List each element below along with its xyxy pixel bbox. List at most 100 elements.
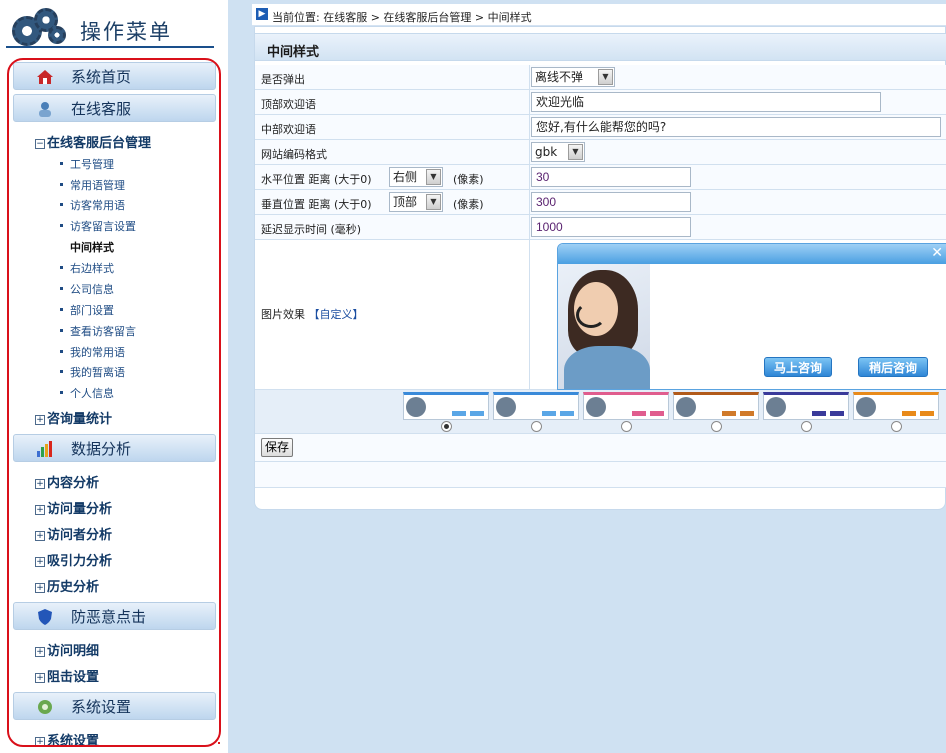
menu-item-label: 部门设置 xyxy=(70,304,114,317)
expand-icon: + xyxy=(35,557,45,567)
tree-system-settings[interactable]: + 系统设置 xyxy=(35,730,99,745)
bullet-icon xyxy=(60,266,63,269)
vertical-label: 垂直位置 距离 (大于0) xyxy=(261,198,372,211)
radio-style-1[interactable] xyxy=(441,421,452,432)
section-data-analysis[interactable]: 数据分析 xyxy=(13,434,216,462)
menu-item-away-phrases[interactable]: 我的暂离语 xyxy=(60,364,125,380)
agent-photo xyxy=(558,264,650,389)
bullet-icon xyxy=(60,391,63,394)
tree-attraction-analysis[interactable]: + 吸引力分析 xyxy=(35,550,112,569)
radio-style-4[interactable] xyxy=(711,421,722,432)
panel-title: 中间样式 xyxy=(267,45,320,60)
horizontal-input[interactable]: 30 xyxy=(531,167,691,187)
section-system-settings[interactable]: 系统设置 xyxy=(13,692,216,720)
consult-later-button[interactable]: 稍后咨询 xyxy=(858,357,928,377)
middle-greeting-input[interactable]: 您好,有什么能帮您的吗? xyxy=(531,117,941,137)
tree-block-settings[interactable]: + 阻击设置 xyxy=(35,666,99,685)
vertical-side-select[interactable]: 顶部 ▼ xyxy=(389,192,443,212)
encoding-select-value: gbk xyxy=(535,145,558,159)
save-button[interactable]: 保存 xyxy=(261,438,294,457)
encoding-select[interactable]: gbk ▼ xyxy=(531,142,585,162)
consult-now-button[interactable]: 马上咨询 xyxy=(764,357,832,377)
horizontal-side-select[interactable]: 右侧 ▼ xyxy=(389,167,443,187)
menu-item-my-phrases[interactable]: 我的常用语 xyxy=(60,344,125,360)
red-dot xyxy=(218,742,220,744)
section-anti-click-label: 防恶意点击 xyxy=(71,608,147,626)
thumbnail-style-6[interactable] xyxy=(853,392,939,420)
tree-consult-stats[interactable]: + 咨询量统计 xyxy=(35,408,112,427)
row-blank xyxy=(255,462,946,488)
tree-content-analysis[interactable]: + 内容分析 xyxy=(35,472,99,491)
menu-item-company-info[interactable]: 公司信息 xyxy=(60,281,114,297)
menu-item-visitor-phrases[interactable]: 访客常用语 xyxy=(60,197,125,213)
tree-history-analysis[interactable]: + 历史分析 xyxy=(35,576,99,595)
section-home[interactable]: 系统首页 xyxy=(13,62,216,90)
horizontal-side-value: 右侧 xyxy=(393,170,418,184)
delay-input[interactable]: 1000 xyxy=(531,217,691,237)
thumbnail-style-3[interactable] xyxy=(583,392,669,420)
radio-style-3[interactable] xyxy=(621,421,632,432)
thumbnail-style-4[interactable] xyxy=(673,392,759,420)
row-save: 保存 xyxy=(255,434,946,462)
bullet-icon xyxy=(60,287,63,290)
tree-label: 访问者分析 xyxy=(47,528,113,543)
menu-item-label: 访客常用语 xyxy=(70,199,125,212)
menu-item-personal-info[interactable]: 个人信息 xyxy=(60,385,114,401)
menu-item-staff[interactable]: 工号管理 xyxy=(60,156,114,172)
chat-popup-preview: ✕ 马上咨询 稍后咨询 xyxy=(557,243,946,390)
expand-icon: + xyxy=(35,647,45,657)
settings-icon xyxy=(38,700,52,714)
tree-online-service-admin[interactable]: − 在线客服后台管理 xyxy=(35,132,151,151)
menu-item-phrases[interactable]: 常用语管理 xyxy=(60,177,125,193)
top-greeting-input[interactable]: 欢迎光临 xyxy=(531,92,881,112)
vertical-unit: (像素) xyxy=(453,198,484,211)
section-data-analysis-label: 数据分析 xyxy=(71,440,132,458)
tree-traffic-analysis[interactable]: + 访问量分析 xyxy=(35,498,112,517)
radio-style-5[interactable] xyxy=(801,421,812,432)
section-online-service[interactable]: 在线客服 xyxy=(13,94,216,122)
bullet-icon xyxy=(60,350,63,353)
chevron-down-icon: ▼ xyxy=(426,194,441,210)
vertical-side-value: 顶部 xyxy=(393,195,418,209)
vertical-input[interactable]: 300 xyxy=(531,192,691,212)
section-anti-click[interactable]: 防恶意点击 xyxy=(13,602,216,630)
row-horizontal: 水平位置 距离 (大于0) 右侧 ▼ (像素) 30 xyxy=(255,165,946,190)
bullet-icon xyxy=(60,308,63,311)
menu-item-right-style[interactable]: 右边样式 xyxy=(60,260,114,276)
tree-label: 内容分析 xyxy=(47,476,100,491)
panel-header: 中间样式 xyxy=(255,33,946,61)
bullet-icon xyxy=(60,203,63,206)
popup-label: 是否弹出 xyxy=(261,73,305,86)
close-icon[interactable]: ✕ xyxy=(931,245,943,261)
radio-style-2[interactable] xyxy=(531,421,542,432)
bar-chart-icon xyxy=(37,441,52,457)
thumbnail-style-2[interactable] xyxy=(493,392,579,420)
headset-icon xyxy=(576,302,606,328)
custom-link[interactable]: 【自定义】 xyxy=(309,308,364,321)
tree-visitor-analysis[interactable]: + 访问者分析 xyxy=(35,524,112,543)
menu-item-message-settings[interactable]: 访客留言设置 xyxy=(60,218,136,234)
popup-select[interactable]: 离线不弹 ▼ xyxy=(531,67,615,87)
bullet-icon xyxy=(60,162,63,165)
breadcrumb-bar: ▶ 当前位置: 在线客服 > 在线客服后台管理 > 中间样式 xyxy=(252,4,946,26)
menu-item-label: 常用语管理 xyxy=(70,179,125,192)
tree-visit-details[interactable]: + 访问明细 xyxy=(35,640,99,659)
arrow-right-icon: ▶ xyxy=(256,8,268,20)
collapse-icon: − xyxy=(35,139,45,149)
home-icon xyxy=(37,70,53,84)
shield-icon xyxy=(38,609,52,625)
thumbnail-style-5[interactable] xyxy=(763,392,849,420)
menu-item-label: 中间样式 xyxy=(70,241,114,254)
tree-consult-stats-label: 咨询量统计 xyxy=(47,412,113,427)
bullet-icon xyxy=(60,245,63,248)
expand-icon: + xyxy=(35,505,45,515)
menu-item-middle-style[interactable]: 中间样式 xyxy=(60,239,114,255)
section-system-settings-label: 系统设置 xyxy=(71,698,132,716)
breadcrumb: 当前位置: 在线客服 > 在线客服后台管理 > 中间样式 xyxy=(272,11,532,24)
tree-online-service-admin-label: 在线客服后台管理 xyxy=(47,136,152,151)
tree-label: 访问明细 xyxy=(47,644,100,659)
radio-style-6[interactable] xyxy=(891,421,902,432)
menu-item-view-messages[interactable]: 查看访客留言 xyxy=(60,323,136,339)
thumbnail-style-1[interactable] xyxy=(403,392,489,420)
menu-item-departments[interactable]: 部门设置 xyxy=(60,302,114,318)
